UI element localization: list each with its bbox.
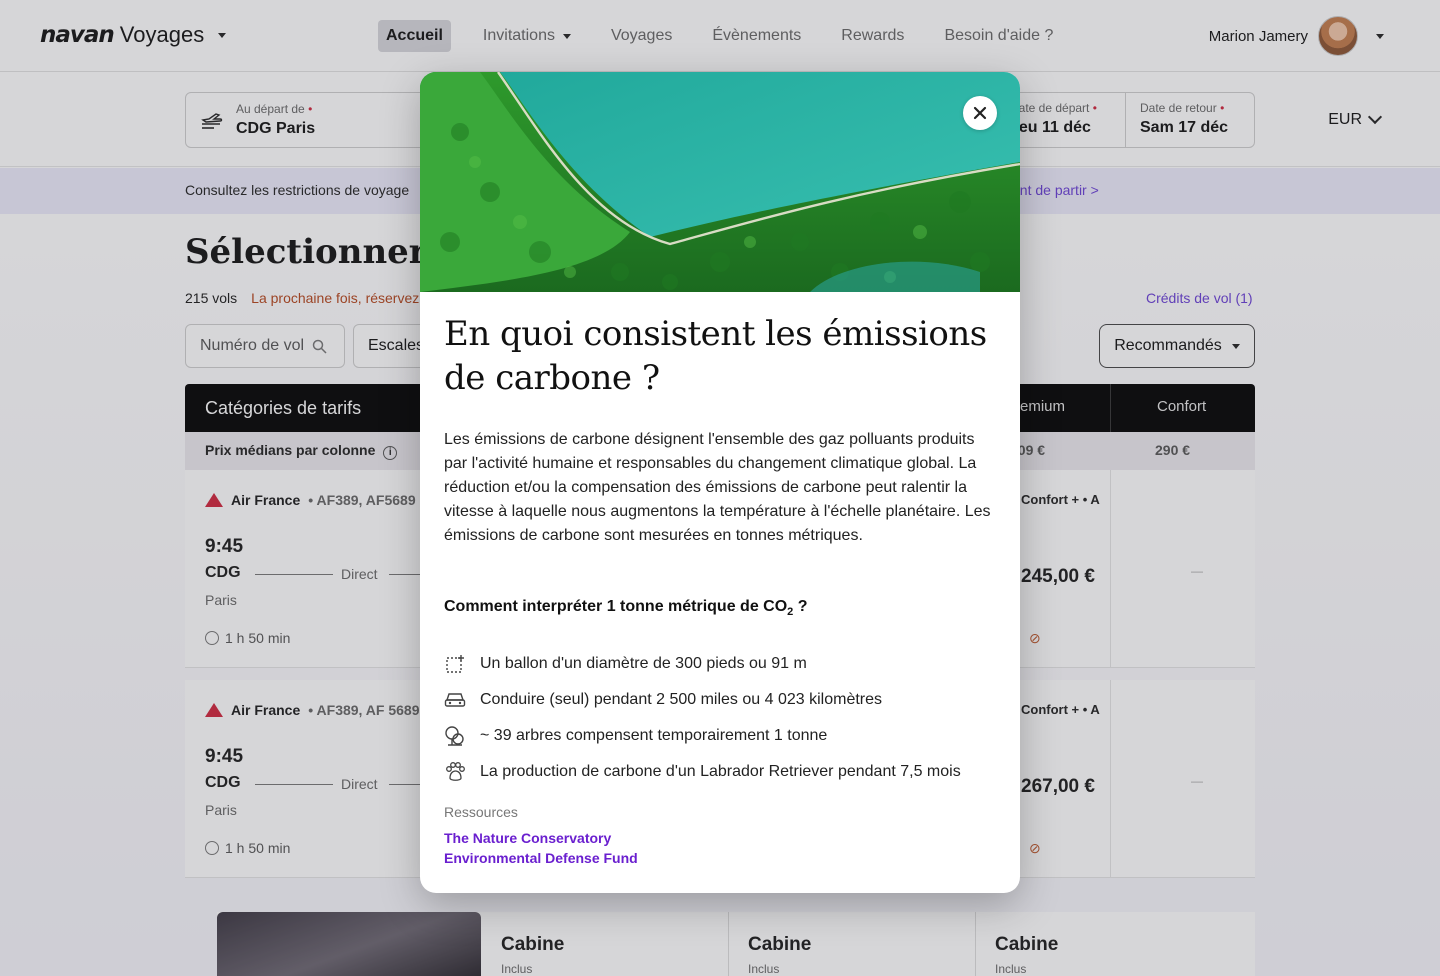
- resources-label: Ressources: [444, 804, 518, 820]
- hero-illustration: [420, 72, 1020, 292]
- car-icon: [444, 689, 466, 711]
- modal-subheading: Comment interpréter 1 tonne métrique de …: [444, 598, 808, 618]
- paw-icon: [444, 761, 466, 783]
- close-button[interactable]: [963, 96, 997, 130]
- list-item: La production de carbone d'un Labrador R…: [444, 754, 1004, 790]
- equivalence-text: La production de carbone d'un Labrador R…: [480, 763, 961, 780]
- modal-description: Les émissions de carbone désignent l'ens…: [444, 431, 991, 544]
- forest-lake-aerial-image: [420, 72, 1020, 292]
- modal-subheading-text: Comment interpréter 1 tonne métrique de …: [444, 598, 788, 615]
- close-icon: [973, 106, 987, 120]
- modal-subheading-suffix: ?: [793, 598, 808, 615]
- list-item: ~ 39 arbres compensent temporairement 1 …: [444, 718, 1004, 754]
- equivalence-text: Conduire (seul) pendant 2 500 miles ou 4…: [480, 691, 883, 708]
- balloon-icon: [444, 653, 466, 675]
- equivalence-list: Un ballon d'un diamètre de 300 pieds ou …: [444, 646, 1004, 790]
- equivalence-text: Un ballon d'un diamètre de 300 pieds ou …: [480, 655, 807, 672]
- modal-title: En quoi consistent les émissions de carb…: [444, 314, 987, 398]
- resource-link-environmental-defense-fund[interactable]: Environmental Defense Fund: [444, 850, 638, 866]
- equivalence-text: ~ 39 arbres compensent temporairement 1 …: [480, 727, 828, 744]
- resource-link-nature-conservancy[interactable]: The Nature Conservatory: [444, 830, 611, 846]
- tree-icon: [444, 725, 466, 747]
- list-item: Un ballon d'un diamètre de 300 pieds ou …: [444, 646, 1004, 682]
- list-item: Conduire (seul) pendant 2 500 miles ou 4…: [444, 682, 1004, 718]
- carbon-emissions-modal: En quoi consistent les émissions de carb…: [420, 72, 1020, 893]
